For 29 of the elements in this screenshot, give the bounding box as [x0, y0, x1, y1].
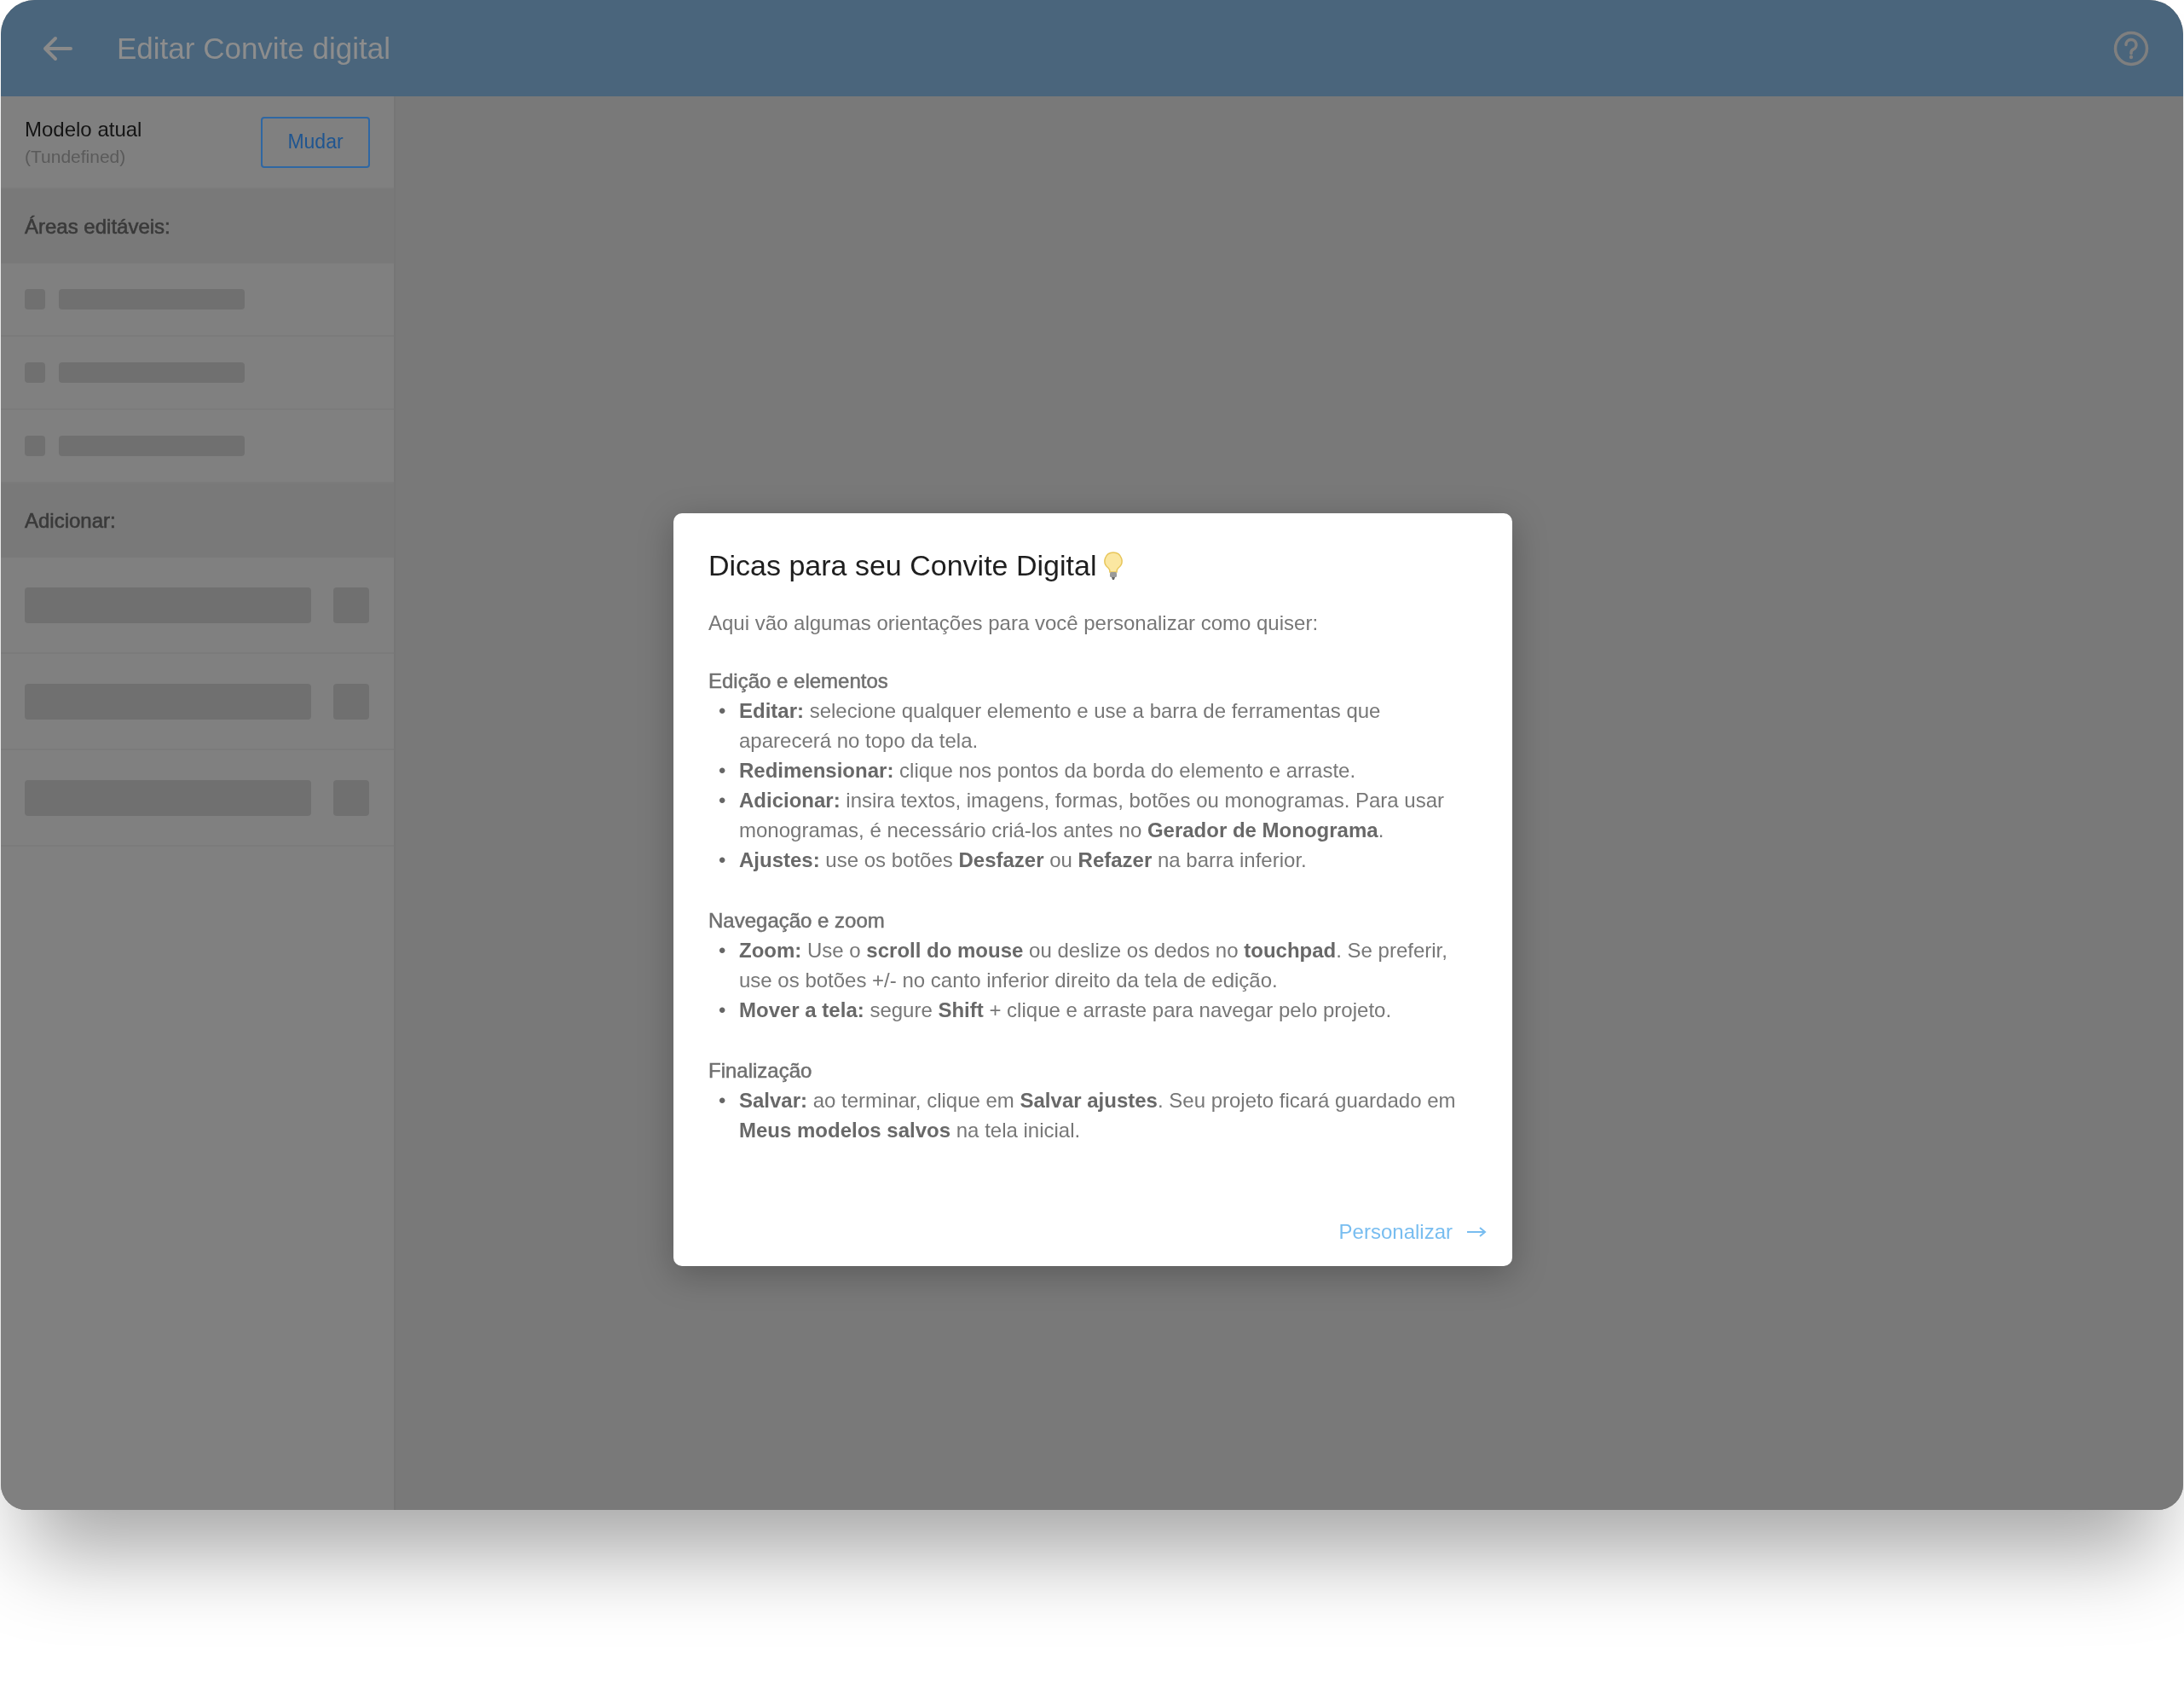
intro-text: Aqui vão algumas orientações para você personalizar como quiser:: [708, 611, 1320, 635]
bullet: •: [719, 758, 727, 784]
bullet: •: [719, 998, 727, 1023]
dialog-title: Dicas para seu Convite Digital: [708, 549, 1097, 582]
window-title: Editar Convite digital: [117, 31, 391, 66]
bullet: •: [719, 698, 727, 724]
lightbulb-icon: [1103, 550, 1124, 581]
tip-item: Mover a tela: segure Shift + clique e arraste para navegar pelo projeto.: [739, 998, 1393, 1023]
tip-item: Redimensionar: clique nos pontos da borda do elemento e arraste.: [739, 758, 1357, 784]
bullet: •: [719, 788, 727, 813]
tip-item: Ajustes: use os botões Desfazer ou Refazer na barra inferior.: [739, 847, 1308, 873]
bullet: •: [719, 847, 727, 873]
customize-link[interactable]: Personalizar: [1338, 1220, 1487, 1244]
section-heading: Navegação e zoom: [708, 908, 886, 934]
change-button[interactable]: Mudar: [261, 116, 370, 168]
section-heading: Áreas editáveis:: [25, 214, 170, 239]
bullet: •: [719, 1088, 727, 1113]
bullet: •: [719, 938, 727, 963]
back-arrow-icon[interactable]: [42, 35, 72, 61]
tip-item: Salvar: ao terminar, clique em Salvar ajustes. Seu projeto ficará guardado em Meus modelos salvos na tela inicial.: [739, 1088, 1457, 1143]
section-heading: Adicionar:: [25, 508, 116, 533]
arrow-right-icon: [1466, 1226, 1487, 1238]
tip-item: Zoom: Use o scroll do mouse ou deslize os dedos no touchpad. Se preferir, use os botões +/- no canto inferior direito da tela de edição.: [739, 938, 1448, 993]
tip-item: Editar: selecione qualquer elemento e use a barra de ferramentas que aparecerá no topo da tela.: [739, 698, 1382, 754]
section-heading: Edição e elementos: [708, 668, 889, 694]
model-label: Modelo atual: [25, 117, 142, 142]
help-icon[interactable]: [2113, 30, 2149, 67]
tip-item: Adicionar: insira textos, imagens, formas, botões ou monogramas. Para usar monogramas, é necessário criá-los antes no Gerador de Monograma.: [739, 788, 1445, 843]
section-heading: Finalização: [708, 1058, 813, 1084]
